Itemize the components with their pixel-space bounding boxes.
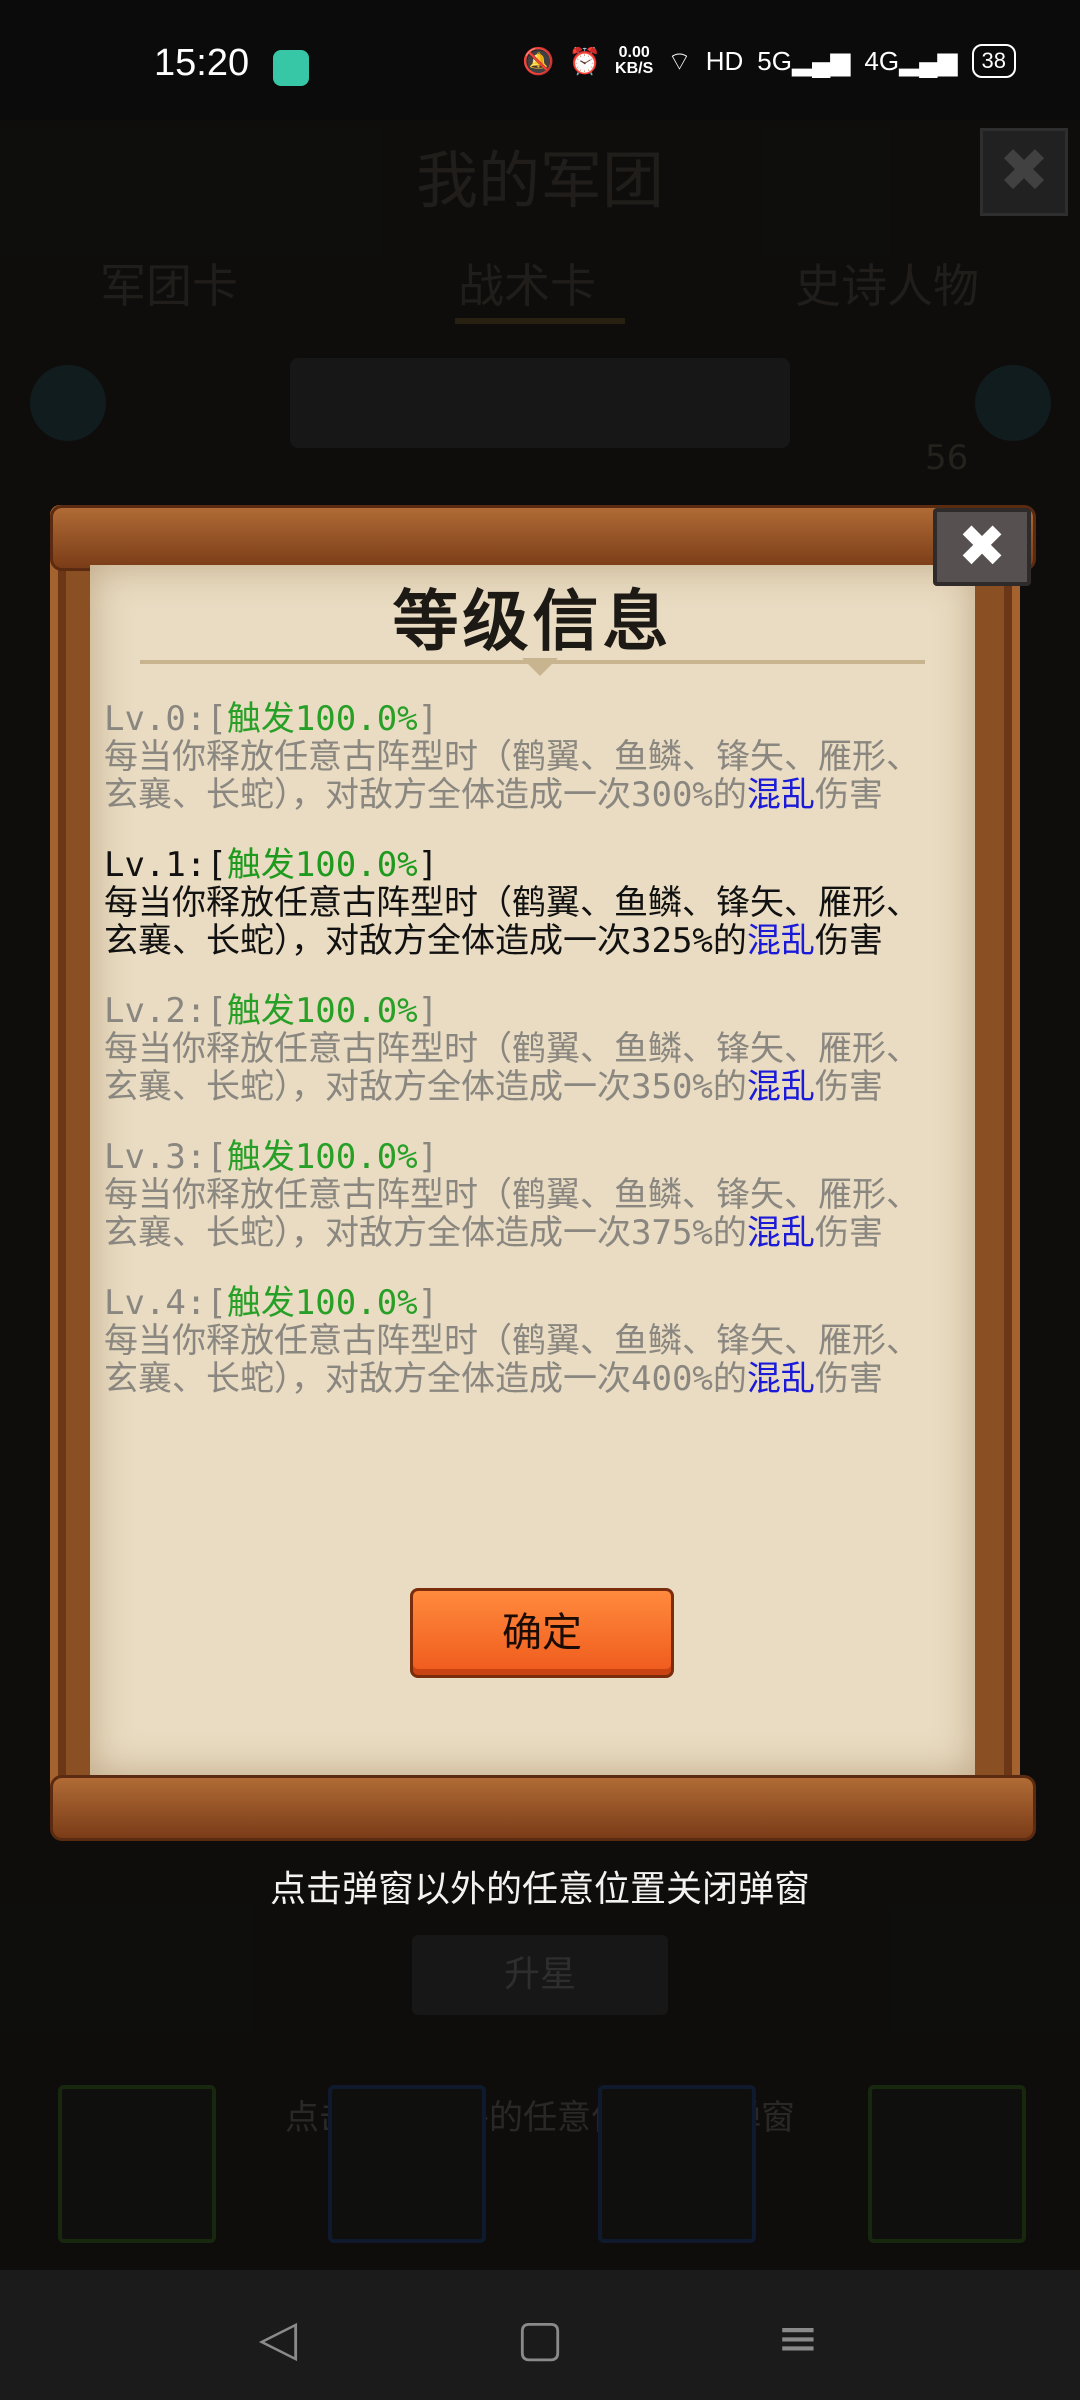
level-description: 每当你释放任意古阵型时（鹤翼、鱼鳞、锋矢、雁形、玄襄、长蛇），对敌方全体造成一次… [104,1029,920,1107]
level-header: Lv.3:[触发100.0%] [104,1137,439,1177]
scroll-rod-top [50,505,1036,571]
network-speed: 0.00 KB/S [615,44,654,77]
home-icon[interactable]: ▢ [500,2298,580,2378]
level-header: Lv.4:[触发100.0%] [104,1283,439,1323]
wifi-icon: ⌔ [667,45,692,76]
trigger-rate: 触发100.0% [226,991,418,1031]
trigger-rate: 触发100.0% [226,699,418,739]
level-description: 每当你释放任意古阵型时（鹤翼、鱼鳞、锋矢、雁形、玄襄、长蛇），对敌方全体造成一次… [104,737,920,815]
close-icon[interactable]: ✖ [933,508,1031,586]
level-item-4: Lv.4:[触发100.0%] 每当你释放任意古阵型时（鹤翼、鱼鳞、锋矢、雁形、… [104,1284,944,1398]
level-list: Lv.0:[触发100.0%] 每当你释放任意古阵型时（鹤翼、鱼鳞、锋矢、雁形、… [104,700,944,1430]
scroll-rod-bottom [50,1775,1036,1841]
level-description: 每当你释放任意古阵型时（鹤翼、鱼鳞、锋矢、雁形、玄襄、长蛇），对敌方全体造成一次… [104,1321,920,1399]
alarm-icon: ⏰ [568,45,602,76]
level-description: 每当你释放任意古阵型时（鹤翼、鱼鳞、锋矢、雁形、玄襄、长蛇），对敌方全体造成一次… [104,883,920,961]
mute-icon: 🔕 [522,45,555,76]
status-icons: 🔕 ⏰ 0.00 KB/S ⌔ HD 5G▂▄▆ 4G▂▄▆ 38 [522,44,1016,78]
status-effect: 混乱 [746,921,815,961]
status-effect: 混乱 [746,775,815,815]
status-effect: 混乱 [746,1067,815,1107]
navigation-bar: ◁ ▢ ≡ [0,2270,1080,2400]
signal-5g-icon: 5G▂▄▆ [757,45,851,76]
level-item-0: Lv.0:[触发100.0%] 每当你释放任意古阵型时（鹤翼、鱼鳞、锋矢、雁形、… [104,700,944,814]
level-description: 每当你释放任意古阵型时（鹤翼、鱼鳞、锋矢、雁形、玄襄、长蛇），对敌方全体造成一次… [104,1175,920,1253]
battery-indicator: 38 [971,44,1016,78]
outside-close-hint: 点击弹窗以外的任意位置关闭弹窗 [269,1869,810,1910]
trigger-rate: 触发100.0% [226,1283,418,1323]
status-bar: 15:20 🔕 ⏰ 0.00 KB/S ⌔ HD 5G▂▄▆ 4G▂▄▆ 38 [0,0,1080,120]
status-time: 15:20 [154,42,250,84]
level-header: Lv.1:[触发100.0%] [104,845,439,885]
hd-label: HD [705,45,744,76]
level-header: Lv.2:[触发100.0%] [104,991,439,1031]
back-icon[interactable]: ◁ [238,2298,318,2378]
app-notification-icon [273,50,309,86]
confirm-button[interactable]: 确定 [410,1588,674,1678]
recents-menu-icon[interactable]: ≡ [758,2298,838,2378]
trigger-rate: 触发100.0% [226,1137,418,1177]
level-item-1: Lv.1:[触发100.0%] 每当你释放任意古阵型时（鹤翼、鱼鳞、锋矢、雁形、… [104,846,944,960]
signal-4g-icon: 4G▂▄▆ [864,45,958,76]
level-header: Lv.0:[触发100.0%] [104,699,439,739]
status-effect: 混乱 [746,1213,815,1253]
status-effect: 混乱 [746,1359,815,1399]
level-item-2: Lv.2:[触发100.0%] 每当你释放任意古阵型时（鹤翼、鱼鳞、锋矢、雁形、… [104,992,944,1106]
modal-title: 等级信息 [392,582,673,660]
trigger-rate: 触发100.0% [226,845,418,885]
level-item-3: Lv.3:[触发100.0%] 每当你释放任意古阵型时（鹤翼、鱼鳞、锋矢、雁形、… [104,1138,944,1252]
